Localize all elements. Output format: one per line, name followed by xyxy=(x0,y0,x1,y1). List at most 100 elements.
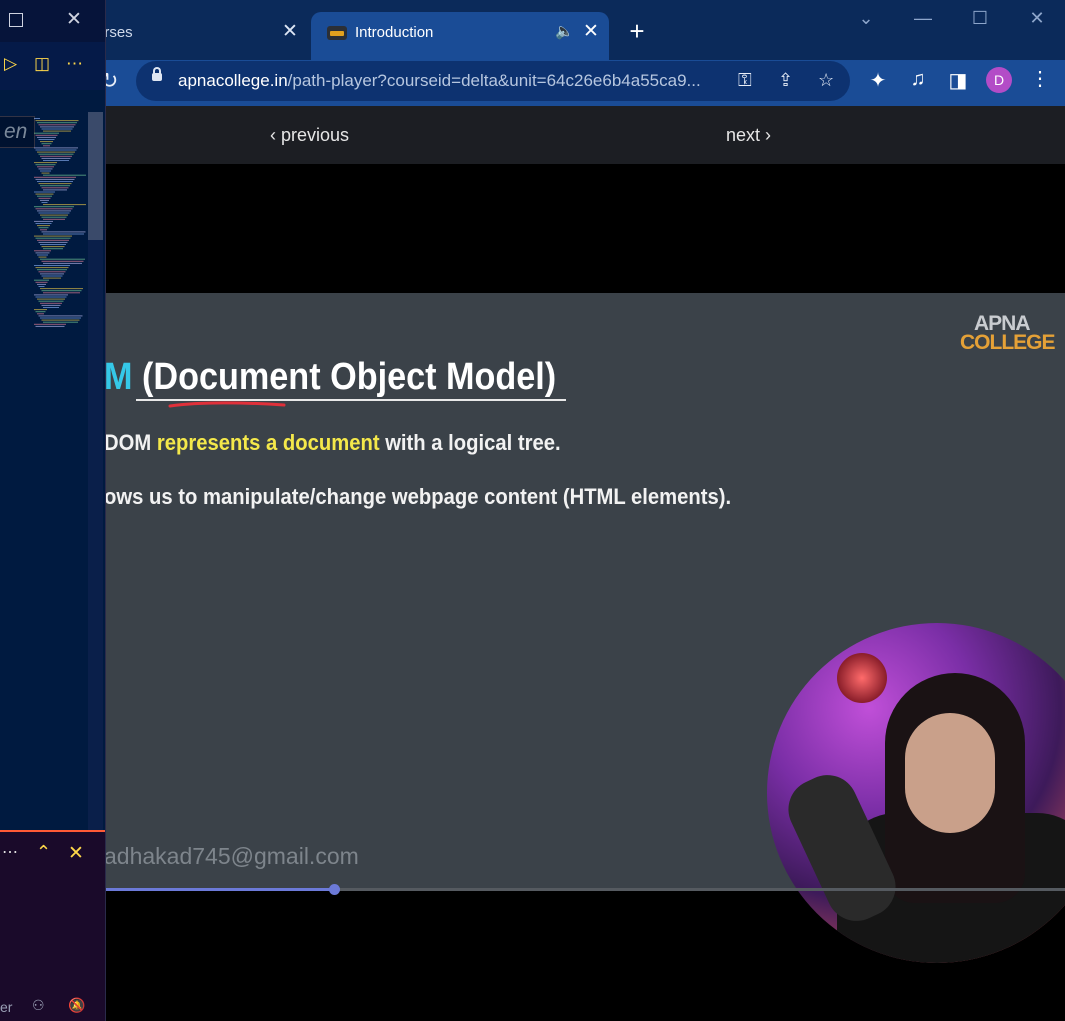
minimap-line xyxy=(35,149,77,151)
minimap-line xyxy=(38,212,70,214)
minimap-line xyxy=(43,218,65,220)
minimap-line xyxy=(37,254,48,256)
editor-status-bar: er ⚇ 🔕 xyxy=(0,995,105,1021)
minimap-line xyxy=(40,229,47,231)
minimap-line xyxy=(40,214,68,216)
minimap-line xyxy=(40,288,83,290)
minimap-line xyxy=(43,130,71,132)
minimap-line xyxy=(37,269,67,271)
minimap-line xyxy=(38,139,55,140)
split-editor-icon[interactable]: ◫ xyxy=(34,54,50,74)
favicon-icon xyxy=(327,26,347,40)
more-actions-icon[interactable]: ⋯ xyxy=(66,54,83,74)
minimap-line xyxy=(34,147,78,149)
tab-audio-icon[interactable]: 🔈 xyxy=(555,22,574,40)
maximize-panel-icon[interactable]: ⌃ xyxy=(36,842,51,863)
run-icon[interactable]: ▷ xyxy=(4,54,17,74)
minimap-line xyxy=(43,277,61,279)
profile-avatar[interactable]: D xyxy=(986,67,1012,93)
share-icon[interactable]: ⇪ xyxy=(778,70,793,91)
minimize-button[interactable]: — xyxy=(911,8,935,29)
minimap-line xyxy=(34,206,74,208)
kebab-menu-icon[interactable]: ⋮ xyxy=(1030,66,1050,91)
bullet-1-end: with a logical tree. xyxy=(379,430,561,455)
minimap-line xyxy=(38,286,45,287)
minimap-line xyxy=(38,256,47,258)
minimap-line xyxy=(34,250,51,252)
maximize-button[interactable]: ☐ xyxy=(968,8,992,29)
scrollbar-track[interactable] xyxy=(88,240,103,830)
minimap-line xyxy=(37,122,77,124)
editor-close-icon[interactable]: ✕ xyxy=(66,8,82,31)
tab-introduction[interactable]: Introduction 🔈 ✕ xyxy=(311,12,609,60)
code-editor-window: ✕ ▷ ◫ ⋯ en ⋯ ⌃ ✕ er ⚇ 🔕 xyxy=(0,0,106,1021)
key-icon[interactable]: ⚿ xyxy=(738,70,752,91)
more-icon[interactable]: ⋯ xyxy=(2,842,18,862)
restore-icon[interactable] xyxy=(9,13,23,27)
address-bar[interactable]: apnacollege.in/path-player?courseid=delt… xyxy=(136,61,850,101)
lock-icon[interactable] xyxy=(152,67,162,81)
minimap-line xyxy=(35,237,71,239)
media-control-icon[interactable]: ♫ xyxy=(906,68,930,91)
minimap-line xyxy=(43,292,80,294)
notifications-icon[interactable]: 🔕 xyxy=(68,997,85,1014)
minimap-line xyxy=(37,136,56,138)
close-tab-icon[interactable]: ✕ xyxy=(282,20,298,43)
previous-button[interactable]: ‹ previous xyxy=(270,125,349,146)
progress-handle[interactable] xyxy=(329,884,341,895)
tab-search-icon[interactable]: ⌄ xyxy=(854,8,878,29)
minimap-line xyxy=(41,290,82,292)
minimap-line xyxy=(43,189,67,191)
minimap-line xyxy=(38,153,74,155)
scrollbar-thumb[interactable] xyxy=(88,112,103,240)
minimap-line xyxy=(38,241,68,243)
tab-courses[interactable]: urses ✕ xyxy=(96,0,310,60)
minimap-line xyxy=(41,319,80,321)
presenter-face xyxy=(905,713,995,833)
minimap-line xyxy=(37,181,73,182)
minimap-line xyxy=(38,183,72,185)
minimap-line xyxy=(35,193,54,195)
slide-title-prefix: M xyxy=(104,356,133,398)
minimap-line xyxy=(38,271,66,273)
next-button[interactable]: next › xyxy=(726,125,771,146)
minimap-line xyxy=(35,208,73,210)
star-icon[interactable]: ☆ xyxy=(818,70,834,91)
minimap-line xyxy=(41,202,48,203)
minimap-line xyxy=(35,164,56,166)
minimap-line xyxy=(41,172,50,174)
minimap-line xyxy=(43,204,86,206)
minimap-line xyxy=(37,225,50,227)
minimap-line xyxy=(35,178,75,180)
minimap-line xyxy=(40,317,81,319)
minimap-line xyxy=(34,294,68,296)
side-panel-icon[interactable]: ◨ xyxy=(946,68,970,93)
minimap-line xyxy=(37,283,46,285)
minimap[interactable] xyxy=(34,114,88,834)
slide-title: M (Document Object Model) xyxy=(104,356,556,399)
minimap-line xyxy=(40,170,51,172)
email-watermark: adhakad745@gmail.com xyxy=(104,843,359,869)
url-host: apnacollege.in xyxy=(178,71,288,90)
accounts-icon[interactable]: ⚇ xyxy=(32,997,45,1014)
minimap-line xyxy=(40,258,85,260)
minimap-line xyxy=(35,296,67,298)
minimap-line xyxy=(35,134,58,136)
minimap-line xyxy=(35,223,52,224)
find-input[interactable]: en xyxy=(0,116,35,148)
new-tab-button[interactable]: + xyxy=(624,16,650,47)
window-close-button[interactable]: ✕ xyxy=(1025,8,1049,29)
url-text[interactable]: apnacollege.in/path-player?courseid=delt… xyxy=(178,71,701,91)
close-panel-icon[interactable]: ✕ xyxy=(68,842,84,865)
slide-bullet-2: ows us to manipulate/change webpage cont… xyxy=(104,484,732,509)
minimap-line xyxy=(34,176,76,178)
minimap-line xyxy=(40,185,70,187)
minimap-line xyxy=(40,273,64,275)
url-path: /path-player?courseid=delta&unit=64c26e6… xyxy=(287,71,701,90)
minimap-line xyxy=(38,124,76,126)
course-nav-bar xyxy=(0,106,1065,164)
extensions-icon[interactable]: ✦ xyxy=(866,68,890,93)
minimap-line xyxy=(34,191,55,193)
close-tab-icon[interactable]: ✕ xyxy=(583,20,599,43)
minimap-line xyxy=(35,267,69,269)
